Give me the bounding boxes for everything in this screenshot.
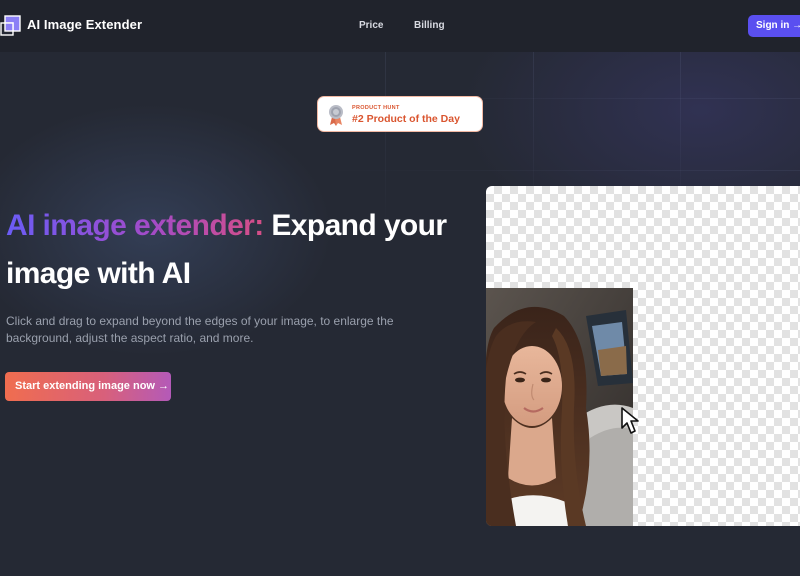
brand-name[interactable]: AI Image Extender bbox=[27, 17, 142, 32]
nav-billing-link[interactable]: Billing bbox=[414, 20, 445, 31]
grid-line bbox=[320, 170, 800, 171]
start-extending-button[interactable]: Start extending image now → bbox=[5, 372, 171, 401]
page: AI Image Extender Price Billing Sign in … bbox=[0, 0, 800, 576]
arrow-cursor-icon bbox=[621, 407, 639, 434]
badge-label: PRODUCT HUNT bbox=[352, 105, 400, 111]
hero-subtitle: Click and drag to expand beyond the edge… bbox=[6, 314, 394, 345]
badge-title: #2 Product of the Day bbox=[352, 113, 460, 125]
medal-icon bbox=[329, 105, 343, 126]
hero-title: AI image extender: Expand your image wit… bbox=[6, 202, 476, 298]
top-navbar: AI Image Extender Price Billing Sign in … bbox=[0, 0, 800, 52]
product-hunt-badge[interactable]: PRODUCT HUNT #2 Product of the Day bbox=[317, 96, 483, 132]
hero-title-highlight: AI image extender: bbox=[6, 209, 264, 242]
nav-price-link[interactable]: Price bbox=[359, 20, 383, 31]
image-extend-canvas[interactable] bbox=[486, 186, 800, 526]
sign-in-button[interactable]: Sign in → bbox=[748, 15, 800, 37]
portrait-photo[interactable] bbox=[486, 288, 633, 526]
logo-icon[interactable] bbox=[0, 15, 22, 37]
